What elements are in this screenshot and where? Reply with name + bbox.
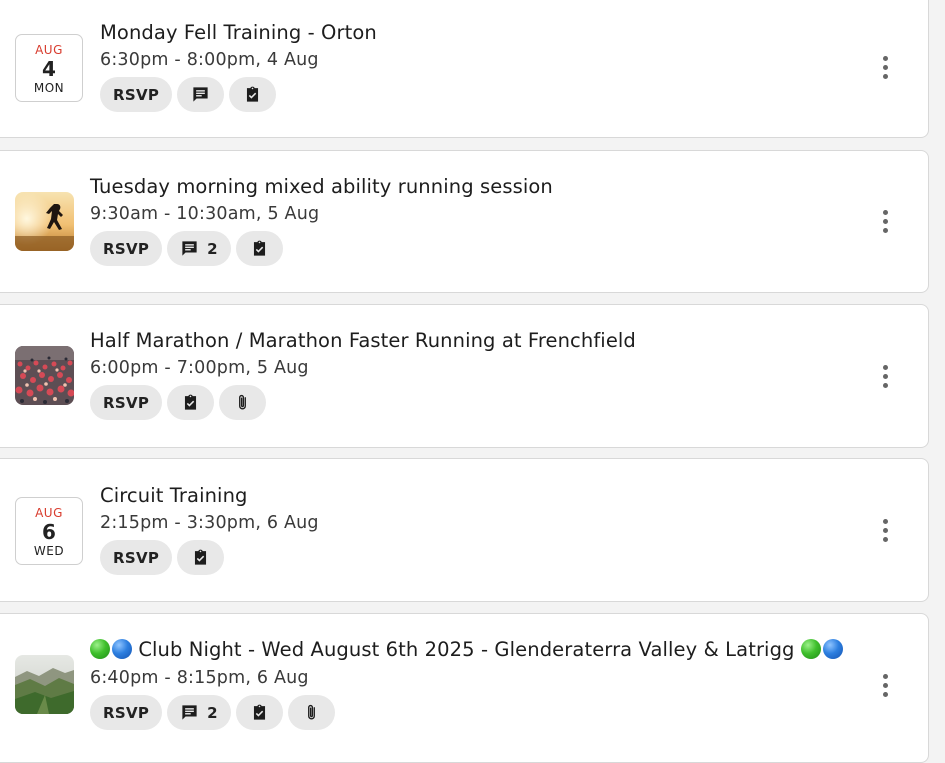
more-options-button[interactable] bbox=[870, 665, 900, 705]
event-thumbnail bbox=[15, 655, 74, 714]
event-actions: RSVP bbox=[100, 540, 225, 575]
event-time: 2:15pm - 3:30pm, 6 Aug bbox=[100, 513, 319, 533]
event-actions: RSVP 2 bbox=[90, 695, 335, 730]
more-options-button[interactable] bbox=[870, 356, 900, 396]
paperclip-icon bbox=[233, 393, 252, 412]
more-vertical-icon bbox=[882, 364, 888, 370]
more-vertical-icon bbox=[882, 518, 888, 524]
more-vertical-icon bbox=[882, 55, 888, 61]
event-card[interactable]: Half Marathon / Marathon Faster Running … bbox=[0, 304, 929, 448]
date-day: 6 bbox=[42, 520, 56, 544]
tasks-button[interactable] bbox=[235, 231, 283, 266]
event-actions: RSVP 2 bbox=[90, 231, 283, 266]
event-title[interactable]: Club Night - Wed August 6th 2025 - Glend… bbox=[90, 638, 843, 662]
event-time: 6:40pm - 8:15pm, 6 Aug bbox=[90, 668, 309, 688]
comment-icon bbox=[191, 85, 210, 104]
comments-button[interactable]: 2 bbox=[167, 695, 231, 730]
blue-circle-emoji bbox=[112, 639, 132, 659]
more-options-button[interactable] bbox=[870, 510, 900, 550]
checklist-icon bbox=[250, 703, 269, 722]
date-weekday: WED bbox=[33, 544, 65, 558]
rsvp-button[interactable]: RSVP bbox=[90, 385, 163, 420]
event-time: 9:30am - 10:30am, 5 Aug bbox=[90, 204, 320, 224]
blue-circle-emoji bbox=[822, 639, 843, 659]
date-weekday: MON bbox=[33, 81, 65, 95]
event-card[interactable]: AUG 6 WED Circuit Training 2:15pm - 3:30… bbox=[0, 458, 929, 602]
checklist-icon bbox=[181, 393, 200, 412]
event-actions: RSVP bbox=[90, 385, 267, 420]
date-month: AUG bbox=[35, 506, 63, 520]
rsvp-button[interactable]: RSVP bbox=[100, 77, 173, 112]
date-badge: AUG 6 WED bbox=[15, 497, 83, 565]
event-title[interactable]: Half Marathon / Marathon Faster Running … bbox=[90, 329, 636, 353]
more-vertical-icon bbox=[882, 209, 888, 215]
attachments-button[interactable] bbox=[287, 695, 335, 730]
checklist-icon bbox=[243, 85, 262, 104]
comments-button[interactable] bbox=[177, 77, 225, 112]
event-actions: RSVP bbox=[100, 77, 277, 112]
event-card[interactable]: Club Night - Wed August 6th 2025 - Glend… bbox=[0, 613, 929, 763]
event-title[interactable]: Circuit Training bbox=[100, 484, 248, 508]
comment-icon bbox=[180, 703, 199, 722]
rsvp-button[interactable]: RSVP bbox=[90, 695, 163, 730]
comment-count: 2 bbox=[207, 703, 218, 722]
attachments-button[interactable] bbox=[219, 385, 267, 420]
more-options-button[interactable] bbox=[870, 47, 900, 87]
tasks-button[interactable] bbox=[235, 695, 283, 730]
more-options-button[interactable] bbox=[870, 201, 900, 241]
event-title[interactable]: Tuesday morning mixed ability running se… bbox=[90, 175, 553, 199]
rsvp-button[interactable]: RSVP bbox=[90, 231, 163, 266]
rsvp-button[interactable]: RSVP bbox=[100, 540, 173, 575]
event-thumbnail bbox=[15, 346, 74, 405]
tasks-button[interactable] bbox=[167, 385, 215, 420]
paperclip-icon bbox=[302, 703, 321, 722]
tasks-button[interactable] bbox=[177, 540, 225, 575]
date-month: AUG bbox=[35, 43, 63, 57]
event-time: 6:00pm - 7:00pm, 5 Aug bbox=[90, 358, 309, 378]
event-title-text: Club Night - Wed August 6th 2025 - Glend… bbox=[138, 638, 795, 661]
checklist-icon bbox=[191, 548, 210, 567]
comment-icon bbox=[180, 239, 199, 258]
event-time: 6:30pm - 8:00pm, 4 Aug bbox=[100, 50, 319, 70]
date-day: 4 bbox=[42, 57, 56, 81]
more-vertical-icon bbox=[882, 673, 888, 679]
date-badge: AUG 4 MON bbox=[15, 34, 83, 102]
event-title[interactable]: Monday Fell Training - Orton bbox=[100, 21, 377, 45]
event-card[interactable]: Tuesday morning mixed ability running se… bbox=[0, 150, 929, 293]
comments-button[interactable]: 2 bbox=[167, 231, 231, 266]
checklist-icon bbox=[250, 239, 269, 258]
tasks-button[interactable] bbox=[229, 77, 277, 112]
comment-count: 2 bbox=[207, 239, 218, 258]
event-card[interactable]: AUG 4 MON Monday Fell Training - Orton 6… bbox=[0, 0, 929, 138]
green-circle-emoji bbox=[90, 639, 110, 659]
green-circle-emoji bbox=[800, 639, 821, 659]
event-thumbnail bbox=[15, 192, 74, 251]
